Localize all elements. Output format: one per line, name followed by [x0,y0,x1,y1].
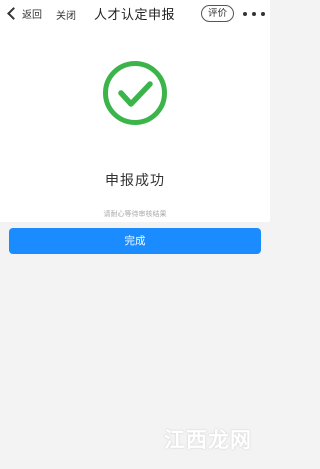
back-button[interactable]: 返回 [4,3,42,23]
page: 返回 关闭 人才认定申报 评价 申报成功 请耐心等待审核结果 完成 江西龙网 [0,0,270,469]
status-hint: 请耐心等待审核结果 [103,210,167,218]
more-dot-icon [252,12,256,16]
back-label: 返回 [22,9,42,21]
close-button[interactable]: 关闭 [56,7,76,22]
result-panel: 申报成功 请耐心等待审核结果 [0,28,270,222]
more-options-button[interactable] [243,11,265,17]
rate-button[interactable]: 评价 [201,5,234,22]
done-button[interactable]: 完成 [9,228,261,254]
chevron-left-icon [7,6,20,20]
status-title: 申报成功 [105,173,165,189]
check-circle-icon [103,61,167,125]
page-title: 人才认定申报 [94,8,176,23]
more-dot-icon [243,12,247,16]
watermark-logo: 江西龙网 [164,427,252,452]
top-nav-bar: 返回 关闭 人才认定申报 评价 [0,0,270,28]
more-dot-icon [261,12,265,16]
